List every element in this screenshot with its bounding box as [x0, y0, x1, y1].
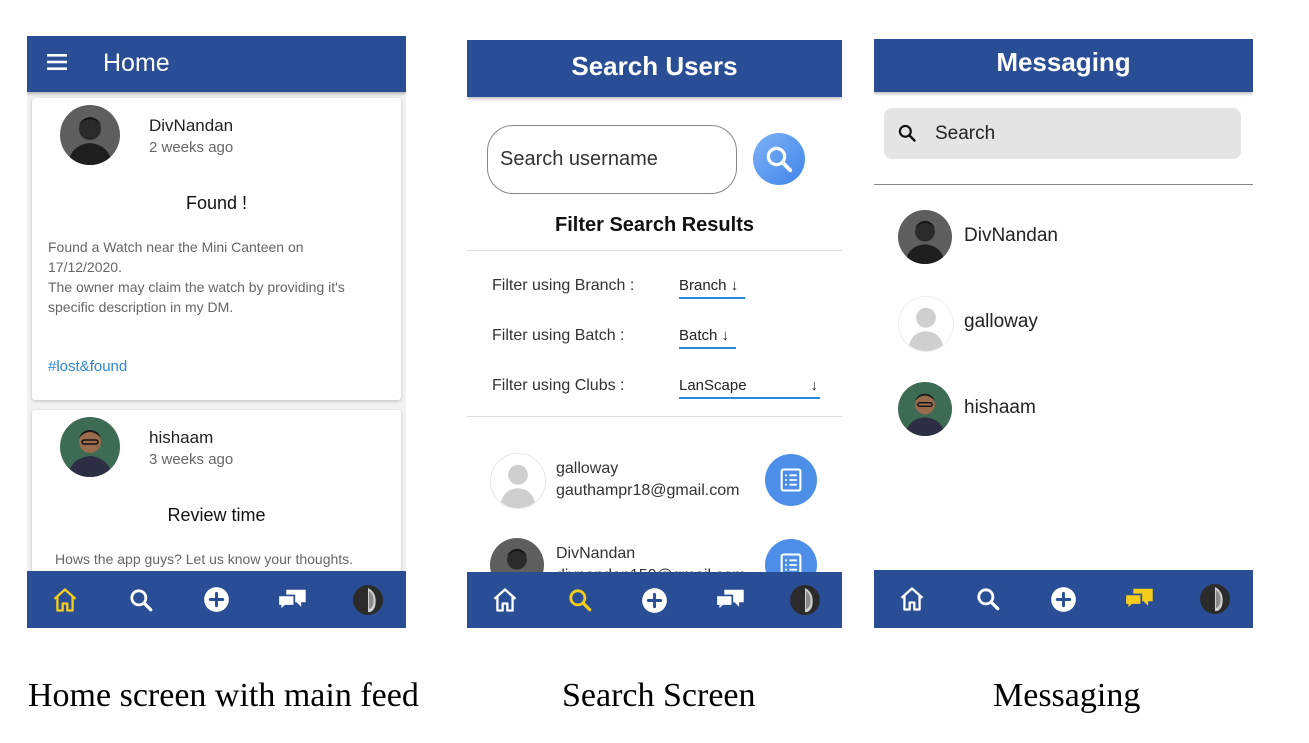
search-button[interactable]	[753, 133, 805, 185]
chat-icon[interactable]	[272, 580, 312, 620]
page-title: Messaging	[996, 47, 1131, 77]
page-title: Search Users	[571, 51, 738, 81]
result-email: gauthampr18@gmail.com	[556, 482, 740, 499]
home-icon[interactable]	[485, 580, 525, 620]
search-input[interactable]: Search	[884, 108, 1241, 159]
bottom-nav	[874, 570, 1253, 628]
avatar	[898, 382, 952, 436]
result-row[interactable]: galloway gauthampr18@gmail.com	[467, 445, 842, 515]
filter-label-clubs: Filter using Clubs :	[492, 377, 625, 394]
search-input[interactable]: Search username	[487, 125, 737, 194]
caption-search: Search Screen	[562, 677, 756, 714]
post-card: DivNandan 2 weeks ago Found ! Found a Wa…	[32, 98, 401, 400]
post-time: 3 weeks ago	[149, 451, 234, 468]
search-placeholder: Search username	[500, 148, 658, 170]
search-screen: Search Users Search username Filter Sear…	[467, 40, 842, 628]
post-time: 2 weeks ago	[149, 139, 234, 156]
divider	[467, 416, 842, 417]
arrow-down-icon: ↓	[726, 277, 739, 294]
result-username: galloway	[556, 460, 619, 477]
search-icon[interactable]	[968, 579, 1008, 619]
filter-label-branch: Filter using Branch :	[492, 277, 635, 294]
profile-avatar[interactable]	[1195, 579, 1235, 619]
post-title: Found !	[185, 193, 248, 213]
chat-item[interactable]: DivNandan	[874, 207, 1253, 267]
chat-username: DivNandan	[964, 225, 1058, 246]
divider	[874, 184, 1253, 185]
dropdown-value: Branch	[679, 277, 727, 294]
arrow-down-icon: ↓	[810, 377, 819, 394]
page-title: Home	[103, 49, 170, 77]
branch-dropdown[interactable]: Branch ↓	[679, 277, 745, 299]
post-hashtag[interactable]: #lost&found	[48, 358, 127, 375]
home-icon[interactable]	[45, 580, 85, 620]
add-icon[interactable]	[635, 580, 675, 620]
caption-home: Home screen with main feed	[28, 677, 419, 714]
list-icon	[777, 466, 805, 494]
dropdown-value: Batch	[679, 327, 718, 344]
search-icon	[764, 144, 794, 174]
arrow-down-icon: ↓	[717, 327, 730, 344]
dropdown-value: LanScape	[679, 377, 747, 394]
post-title: Review time	[167, 505, 266, 525]
chat-icon[interactable]	[710, 580, 750, 620]
batch-dropdown[interactable]: Batch ↓	[679, 327, 736, 349]
avatar	[490, 453, 546, 509]
avatar	[898, 210, 952, 264]
search-icon	[897, 123, 917, 143]
add-icon[interactable]	[1043, 579, 1083, 619]
avatar[interactable]	[60, 105, 120, 165]
search-placeholder: Search	[935, 123, 996, 144]
avatar[interactable]	[60, 417, 120, 477]
chat-username: hishaam	[964, 397, 1036, 418]
post-body: Found a Watch near the Mini Canteen on 1…	[48, 237, 377, 317]
chat-item[interactable]: hishaam	[874, 379, 1253, 439]
clubs-dropdown[interactable]: LanScape ↓	[679, 377, 820, 399]
avatar	[898, 296, 954, 352]
filter-label-batch: Filter using Batch :	[492, 327, 625, 344]
profile-avatar[interactable]	[348, 580, 388, 620]
chat-item[interactable]: galloway	[874, 293, 1253, 353]
app-bar: Search Users	[467, 40, 842, 97]
messaging-screen: Messaging Search DivNandan galloway hish…	[874, 39, 1253, 628]
result-username: DivNandan	[556, 545, 636, 562]
post-author[interactable]: hishaam	[149, 428, 213, 448]
bottom-nav	[27, 571, 406, 628]
chat-icon[interactable]	[1119, 579, 1159, 619]
post-body-line: Found a Watch near the Mini Canteen on 1…	[48, 239, 345, 315]
post-body: Hows the app guys? Let us know your thou…	[55, 551, 354, 567]
add-icon[interactable]	[196, 580, 236, 620]
chat-username: galloway	[964, 311, 1038, 332]
app-bar: Messaging	[874, 39, 1253, 92]
filter-heading: Filter Search Results	[555, 214, 754, 236]
search-icon[interactable]	[121, 580, 161, 620]
menu-icon[interactable]	[47, 54, 67, 70]
post-author[interactable]: DivNandan	[149, 116, 233, 136]
app-bar: Home	[27, 36, 406, 92]
caption-messaging: Messaging	[993, 677, 1141, 714]
view-profile-button[interactable]	[765, 454, 817, 506]
home-screen: Home DivNandan 2 weeks ago Found ! Found…	[27, 36, 406, 628]
search-icon[interactable]	[560, 580, 600, 620]
bottom-nav	[467, 572, 842, 628]
profile-avatar[interactable]	[785, 580, 825, 620]
home-icon[interactable]	[892, 579, 932, 619]
divider	[467, 250, 842, 251]
